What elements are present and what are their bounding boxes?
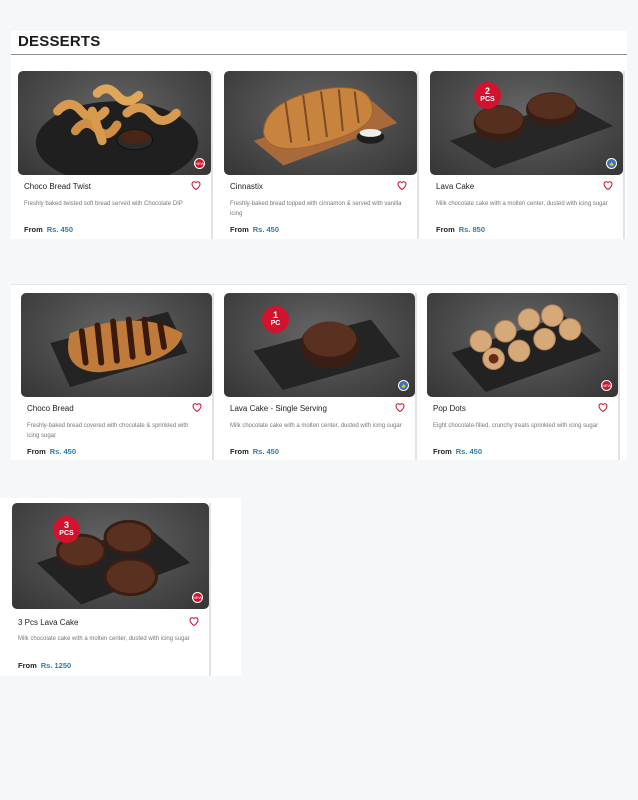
quantity-badge: 1 PC [262, 306, 289, 333]
price-value: Rs. 450 [49, 447, 77, 456]
product-image[interactable] [224, 71, 417, 175]
product-name[interactable]: Cinnastix [230, 182, 263, 191]
heart-icon[interactable] [394, 401, 406, 413]
product-image[interactable]: 2 PCS 👍 [430, 71, 623, 175]
heart-icon[interactable] [396, 179, 408, 191]
price-row: From Rs. 450 [230, 225, 279, 234]
heart-icon[interactable] [602, 179, 614, 191]
quantity-badge: 3 PCS [53, 516, 80, 543]
price-row: From Rs. 850 [436, 225, 485, 234]
cinnastix-illustration [253, 87, 398, 166]
new-badge: NEW [192, 592, 203, 603]
product-name[interactable]: Choco Bread Twist [24, 182, 91, 191]
product-description: Milk chocolate cake with a molten center… [436, 201, 608, 207]
price-value: Rs. 1250 [40, 661, 72, 670]
price-prefix: From [27, 447, 46, 456]
product-name[interactable]: Pop Dots [433, 404, 466, 413]
thumbs-up-icon: 👍 [606, 158, 617, 169]
price-value: Rs. 850 [458, 225, 486, 234]
price-prefix: From [230, 447, 249, 456]
product-image[interactable]: 3 PCS NEW [12, 503, 209, 609]
price-row: From Rs. 450 [27, 447, 76, 456]
product-name[interactable]: Choco Bread [27, 404, 74, 413]
price-row: From Rs. 450 [230, 447, 279, 456]
thumbs-up-icon: 👍 [398, 380, 409, 391]
product-description: Freshly-baked bread covered with chocola… [27, 423, 189, 439]
price-value: Rs. 450 [252, 225, 280, 234]
price-row: From Rs. 450 [433, 447, 482, 456]
product-card-cinnastix[interactable]: Cinnastix Freshly-baked bread topped wit… [224, 71, 419, 239]
product-name[interactable]: 3 Pcs Lava Cake [18, 618, 78, 627]
price-prefix: From [230, 225, 249, 234]
product-card-lava-cake-single[interactable]: 1 PC 👍 Lava Cake - Single Serving Milk ch… [224, 293, 417, 460]
product-image[interactable]: 1 PC 👍 [224, 293, 415, 397]
row-divider [11, 284, 627, 285]
price-value: Rs. 450 [46, 225, 74, 234]
section-title: DESSERTS [18, 33, 101, 50]
product-description: Milk chocolate cake with a molten center… [18, 636, 190, 642]
price-row: From Rs. 1250 [18, 661, 71, 670]
product-card-choco-bread[interactable]: Choco Bread Freshly-baked bread covered … [21, 293, 214, 460]
pop-dots-illustration [451, 304, 602, 393]
quantity-badge: 2 PCS [474, 82, 501, 109]
heart-icon[interactable] [597, 401, 609, 413]
title-divider [11, 54, 627, 55]
heart-icon[interactable] [190, 179, 202, 191]
product-description: Freshly baked twisted soft bread served … [24, 201, 183, 207]
product-image[interactable]: NEW [427, 293, 618, 397]
new-badge: NEW [601, 380, 612, 391]
price-value: Rs. 450 [252, 447, 280, 456]
product-description: Eight chocolate-filled, crunchy treats s… [433, 423, 599, 429]
product-description: Milk chocolate cake with a molten center… [230, 423, 402, 429]
choco-bread-illustration [50, 311, 188, 388]
product-name[interactable]: Lava Cake [436, 182, 474, 191]
product-card-choco-bread-twist[interactable]: NEW Choco Bread Twist Freshly baked twis… [18, 71, 213, 239]
three-lava-cakes-illustration [36, 519, 191, 605]
product-image[interactable] [21, 293, 212, 397]
product-image[interactable]: NEW [18, 71, 211, 175]
lava-cake-illustration [449, 92, 614, 169]
price-prefix: From [436, 225, 455, 234]
lava-cake-single-illustration [253, 319, 401, 391]
product-description: Freshly-baked bread topped with cinnamon… [230, 201, 402, 217]
product-card-3-pcs-lava-cake[interactable]: 3 PCS NEW 3 Pcs Lava Cake Milk chocolate … [12, 503, 211, 676]
product-card-pop-dots[interactable]: NEW Pop Dots Eight chocolate-filled, cru… [427, 293, 620, 460]
heart-icon[interactable] [191, 401, 203, 413]
product-name[interactable]: Lava Cake - Single Serving [230, 404, 327, 413]
price-row: From Rs. 450 [24, 225, 73, 234]
choco-bread-twist-illustration [35, 84, 199, 175]
price-prefix: From [433, 447, 452, 456]
price-prefix: From [24, 225, 43, 234]
new-badge: NEW [194, 158, 205, 169]
heart-icon[interactable] [188, 615, 200, 627]
price-value: Rs. 450 [455, 447, 483, 456]
price-prefix: From [18, 661, 37, 670]
product-card-lava-cake[interactable]: 2 PCS 👍 Lava Cake Milk chocolate cake wit… [430, 71, 625, 239]
